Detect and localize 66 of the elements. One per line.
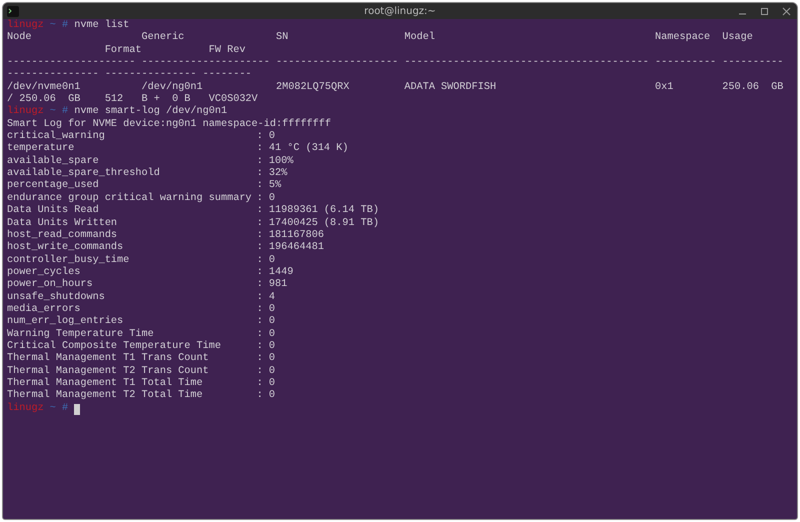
field-name: Thermal Management T1 Trans Count [7, 353, 210, 366]
field-name: Data Units Read [7, 205, 100, 218]
field-name: power_on_hours [7, 279, 94, 292]
prompt-symbol: # [62, 20, 68, 32]
field-value: : 5% [256, 180, 282, 193]
field-value: : 981 [256, 279, 288, 292]
field-value: : 41 °C (314 K) [256, 143, 348, 156]
field-name: num_err_log_entries [7, 316, 124, 328]
field-value: : 0 [256, 353, 276, 366]
close-icon[interactable] [782, 6, 791, 16]
command-text: nvme list [74, 20, 130, 32]
field-value: : 1449 [256, 266, 294, 279]
field-value: : 0 [256, 328, 276, 341]
maximize-icon[interactable] [760, 6, 769, 16]
field-name: controller_busy_time [7, 254, 130, 266]
field-value: : 0 [256, 192, 276, 205]
field-value: : 100% [256, 156, 294, 168]
field-value: : 4 [256, 292, 276, 304]
field-value: : 0 [256, 131, 276, 143]
prompt-directory: ~ [50, 106, 56, 119]
field-value: : 32% [256, 168, 288, 180]
prompt-user: linugz [7, 20, 44, 32]
field-name: Critical Composite Temperature Time [7, 340, 222, 352]
output-text: --------------- --------------- -------- [7, 69, 252, 82]
output-text: Format FW Rev [104, 44, 246, 58]
field-value: : 196464481 [256, 242, 324, 255]
field-name: unsafe_shutdowns [7, 292, 106, 304]
field-value: : 0 [256, 390, 276, 403]
prompt-symbol: # [62, 106, 68, 119]
field-value: : 17400425 (8.91 TB) [256, 218, 379, 230]
field-name: critical_warning [7, 131, 106, 143]
prompt-user: linugz [7, 106, 44, 119]
field-name: available_spare_threshold [7, 168, 161, 180]
prompt-user: linugz [7, 402, 44, 415]
output-text: --------------------- --------------------- -------------------- ---------------------------------------- ---------- ---------- [7, 57, 784, 70]
field-value: : 0 [256, 378, 276, 390]
output-text: / 250.06 GB 512 B + 0 B VC0S032V [7, 94, 258, 106]
terminal-icon [7, 6, 19, 16]
field-name: media_errors [7, 304, 82, 316]
field-name: Data Units Written [7, 218, 118, 230]
output-text: Node Generic SN Model Namespace Usage [7, 32, 753, 45]
field-name: percentage_used [7, 180, 100, 192]
field-name: Thermal Management T1 Total Time [7, 378, 204, 390]
command-text: nvme smart-log /dev/ng0n1 [74, 106, 228, 118]
field-value: : 0 [256, 254, 276, 267]
field-name: temperature [7, 143, 76, 156]
window-title: root@linugz:~ [364, 6, 436, 16]
field-name: Thermal Management T2 Trans Count [7, 366, 210, 378]
field-value: : 181167806 [256, 230, 324, 242]
field-value: : 11989361 (6.14 TB) [256, 205, 379, 218]
field-value: : 0 [256, 316, 276, 329]
field-value: : 0 [256, 340, 276, 353]
field-value: : 0 [256, 366, 276, 378]
field-name: host_read_commands [7, 230, 118, 242]
output-text: /dev/nvme0n1 /dev/ng0n1 2M082LQ75QRX ADATA SWORDFISH 0x1 250.06 GB [7, 82, 784, 94]
prompt-directory: ~ [50, 402, 56, 415]
field-name: host_write_commands [7, 242, 124, 254]
prompt-symbol: # [62, 402, 68, 415]
prompt-directory: ~ [50, 20, 56, 32]
field-name: endurance group critical warning summary [7, 192, 253, 204]
field-name: Thermal Management T2 Total Time [7, 390, 204, 402]
field-name: available_spare [7, 156, 100, 168]
output-text: Smart Log for NVME device:ng0n1 namespace-id:ffffffff [7, 118, 332, 130]
field-name: Warning Temperature Time [7, 328, 155, 340]
field-name: power_cycles [7, 266, 82, 278]
field-value: : 0 [256, 304, 276, 316]
